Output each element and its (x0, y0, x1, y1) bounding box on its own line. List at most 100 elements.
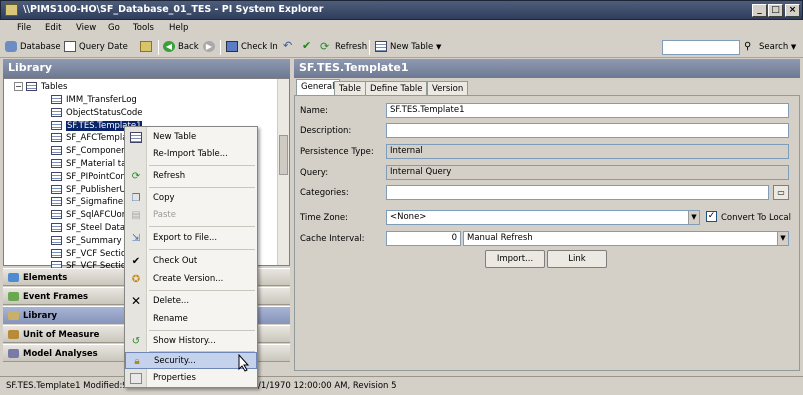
tree-item-label: SF_VCF Section (66, 248, 132, 259)
name-field[interactable]: SF.TES.Template1 (386, 103, 789, 118)
tree-item-table[interactable]: SF_VCF Section (51, 248, 132, 262)
import-button[interactable]: Import... (485, 250, 545, 268)
copy-icon: ❐ (131, 193, 141, 204)
cache-mode-select[interactable]: Manual Refresh ▼ (463, 231, 789, 246)
time-zone-select[interactable]: <None> ▼ (386, 210, 700, 225)
nav-unit-of-measure-label: Unit of Measure (23, 330, 100, 340)
menu-tools[interactable]: Tools (133, 23, 154, 33)
table-icon (51, 235, 62, 245)
categories-field[interactable] (386, 185, 769, 200)
menu-export-to-file-label: Export to File... (153, 233, 218, 243)
tree-item-table[interactable]: IMM_TransferLog (51, 95, 137, 108)
menu-reimport-table[interactable]: Re-Import Table... (125, 146, 257, 163)
query-date-button[interactable]: Query Date (64, 41, 128, 52)
chevron-down-icon[interactable]: ▼ (777, 232, 788, 245)
checkmark-icon[interactable]: ✔ (302, 39, 311, 52)
refresh-button[interactable]: ⟳ Refresh (320, 41, 367, 52)
categories-browse-button[interactable]: ▭ (773, 185, 789, 200)
convert-to-local-checkbox[interactable]: ✓ (706, 211, 717, 222)
tree-item-table[interactable]: SF_PublisherU (51, 184, 126, 198)
tab-general[interactable]: General (296, 79, 340, 96)
menu-paste: ▤ Paste (125, 207, 257, 224)
maximize-button[interactable]: □ (768, 4, 783, 17)
create-version-icon: ✪ (131, 274, 141, 285)
search-input[interactable] (662, 40, 740, 55)
search-icon: ⚲ (744, 41, 752, 52)
general-panel: Name: SF.TES.Template1 Description: Pers… (294, 95, 800, 371)
minimize-button[interactable]: _ (752, 4, 767, 17)
menu-show-history[interactable]: ↺ Show History... (125, 333, 257, 350)
check-in-button[interactable]: Check In (226, 41, 278, 52)
back-button[interactable]: ◀ Back (163, 41, 199, 52)
cache-interval-label: Cache Interval: (300, 234, 365, 244)
tree-item-table[interactable]: SF_Summary ta (51, 235, 133, 249)
description-label: Description: (300, 126, 352, 136)
table-icon (51, 184, 62, 194)
menu-properties[interactable]: Properties (125, 370, 257, 387)
menu-view[interactable]: View (76, 23, 96, 33)
model-analyses-icon (8, 349, 19, 358)
menu-create-version[interactable]: ✪ Create Version... (125, 271, 257, 288)
table-icon (51, 248, 62, 258)
collapse-icon[interactable]: − (14, 82, 23, 91)
unit-of-measure-icon (8, 330, 19, 339)
menu-new-table[interactable]: New Table (125, 129, 257, 146)
description-field[interactable] (386, 123, 789, 138)
table-icon (51, 146, 62, 156)
chevron-down-icon[interactable]: ▼ (436, 43, 441, 51)
tree-scrollbar[interactable] (277, 79, 289, 265)
refresh-query-button[interactable] (140, 41, 155, 52)
tree-item-table[interactable]: SF_Component (51, 146, 130, 159)
toolbar-separator (369, 40, 370, 55)
tree-item-table[interactable]: SF_SqlAFCUom (51, 210, 130, 223)
tab-define-table[interactable]: Define Table (365, 81, 428, 96)
nav-elements-label: Elements (23, 273, 68, 283)
new-table-button[interactable]: New Table ▼ (375, 41, 441, 52)
menu-security-label: Security... (154, 356, 196, 366)
menu-export-to-file[interactable]: ⇲ Export to File... (125, 230, 257, 247)
tree-item-table[interactable]: SF_PIPointConf (51, 171, 129, 185)
tree-item-table[interactable]: ObjectStatusCode (51, 107, 143, 121)
menu-copy[interactable]: ❐ Copy (125, 190, 257, 207)
tree-item-table[interactable]: SF_AFCTemplat (51, 133, 131, 146)
database-button[interactable]: Database (5, 41, 61, 52)
menu-rename[interactable]: Rename (125, 311, 257, 328)
tables-folder-icon (26, 82, 37, 91)
tree-item-label: SF_PublisherU (66, 184, 126, 195)
nav-event-frames-label: Event Frames (23, 292, 89, 302)
menu-edit[interactable]: Edit (45, 23, 61, 33)
scrollbar-thumb[interactable] (279, 135, 288, 175)
chevron-down-icon[interactable]: ▼ (688, 211, 699, 224)
persistence-type-label: Persistence Type: (300, 147, 374, 157)
tab-table[interactable]: Table (334, 81, 366, 96)
menu-rename-label: Rename (153, 314, 188, 324)
forward-button[interactable]: ▶ (203, 41, 218, 52)
close-button[interactable]: × (785, 4, 800, 17)
refresh-icon: ⟳ (131, 171, 141, 182)
tree-node-tables[interactable]: − Tables (14, 82, 67, 95)
check-in-label: Check In (241, 42, 278, 52)
tree-item-table[interactable]: SF_Steel Data (51, 223, 125, 236)
menu-check-out[interactable]: ✔ Check Out (125, 253, 257, 270)
tree-item-table[interactable]: SF_SigmafineB (51, 197, 129, 210)
tab-version[interactable]: Version (427, 81, 469, 96)
undo-icon[interactable]: ↶ (283, 39, 292, 52)
menu-refresh[interactable]: ⟳ Refresh (125, 168, 257, 185)
chevron-down-icon[interactable]: ▼ (791, 43, 796, 51)
menu-separator (149, 249, 255, 250)
link-button[interactable]: Link (547, 250, 607, 268)
refresh-label: Refresh (335, 42, 368, 52)
table-icon (51, 95, 62, 104)
query-label: Query: (300, 168, 329, 178)
menu-delete[interactable]: ✕ Delete... (125, 293, 257, 310)
query-date-label: Query Date (79, 42, 128, 52)
menu-go[interactable]: Go (108, 23, 120, 33)
tree-item-table[interactable]: SF_Material tab (51, 159, 132, 172)
menu-separator (149, 187, 255, 188)
cache-interval-number[interactable]: 0 (386, 231, 461, 246)
menu-file[interactable]: File (17, 23, 31, 33)
status-bar: SF.TES.Template1 Modified:9 /1/1970 12:0… (0, 376, 803, 395)
menu-help[interactable]: Help (169, 23, 188, 33)
table-icon (51, 223, 62, 232)
search-button[interactable]: ⚲ Search ▼ (744, 41, 796, 52)
